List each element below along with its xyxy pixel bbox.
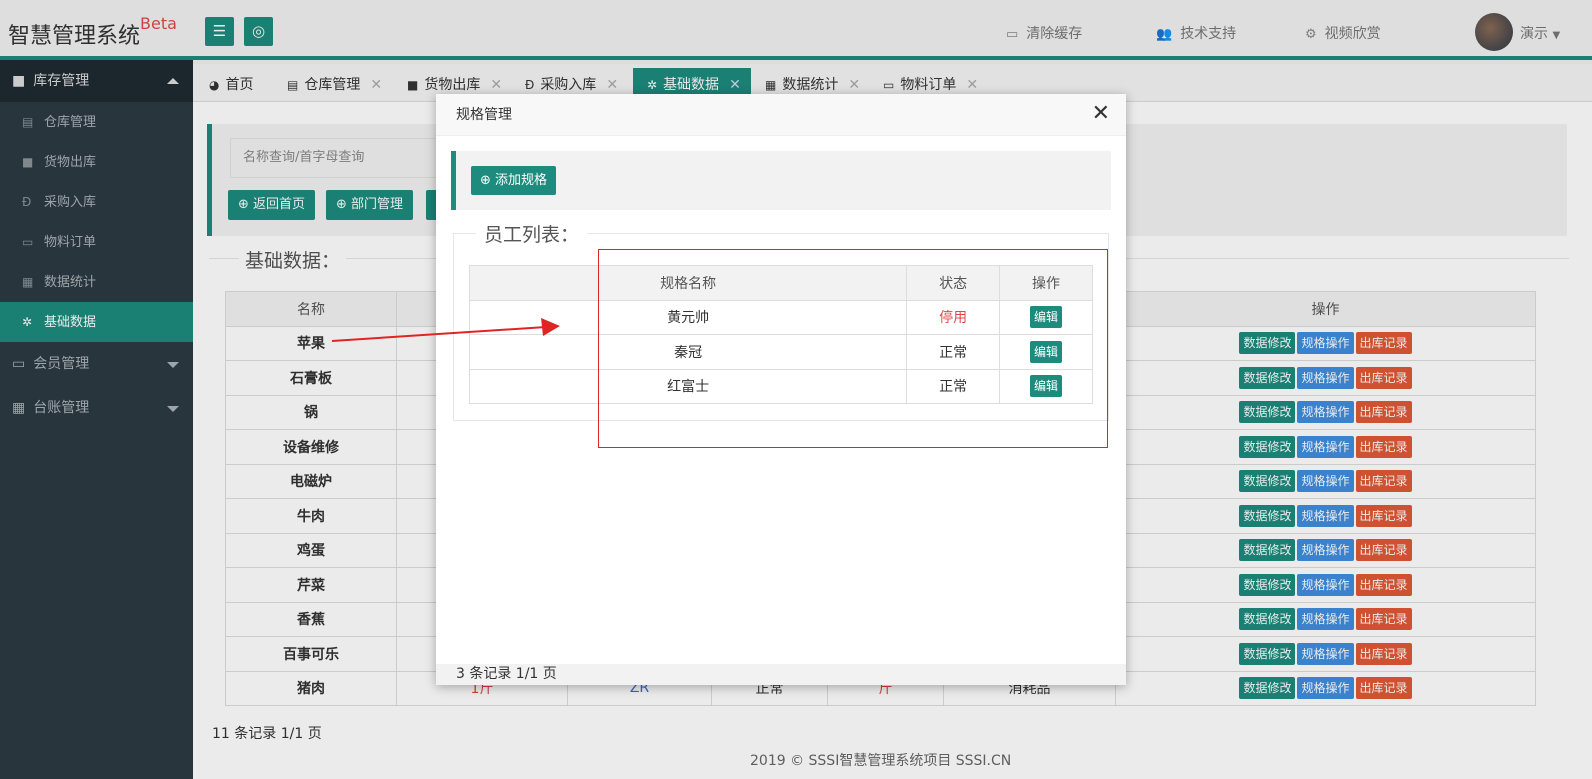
modal-legend: 员工列表： <box>476 220 588 247</box>
modal-title: 规格管理 <box>436 94 1126 136</box>
button-label: 添加规格 <box>495 173 548 188</box>
modal-record-count: 3 条记录 1/1 页 <box>436 664 1126 685</box>
annotation-highlight-box <box>598 249 1108 448</box>
add-spec-button[interactable]: ⊕ 添加规格 <box>471 166 557 195</box>
close-icon[interactable]: ✕ <box>1092 103 1110 125</box>
plus-circle-icon: ⊕ <box>480 173 491 188</box>
modal-toolbar: ⊕ 添加规格 <box>451 151 1111 210</box>
